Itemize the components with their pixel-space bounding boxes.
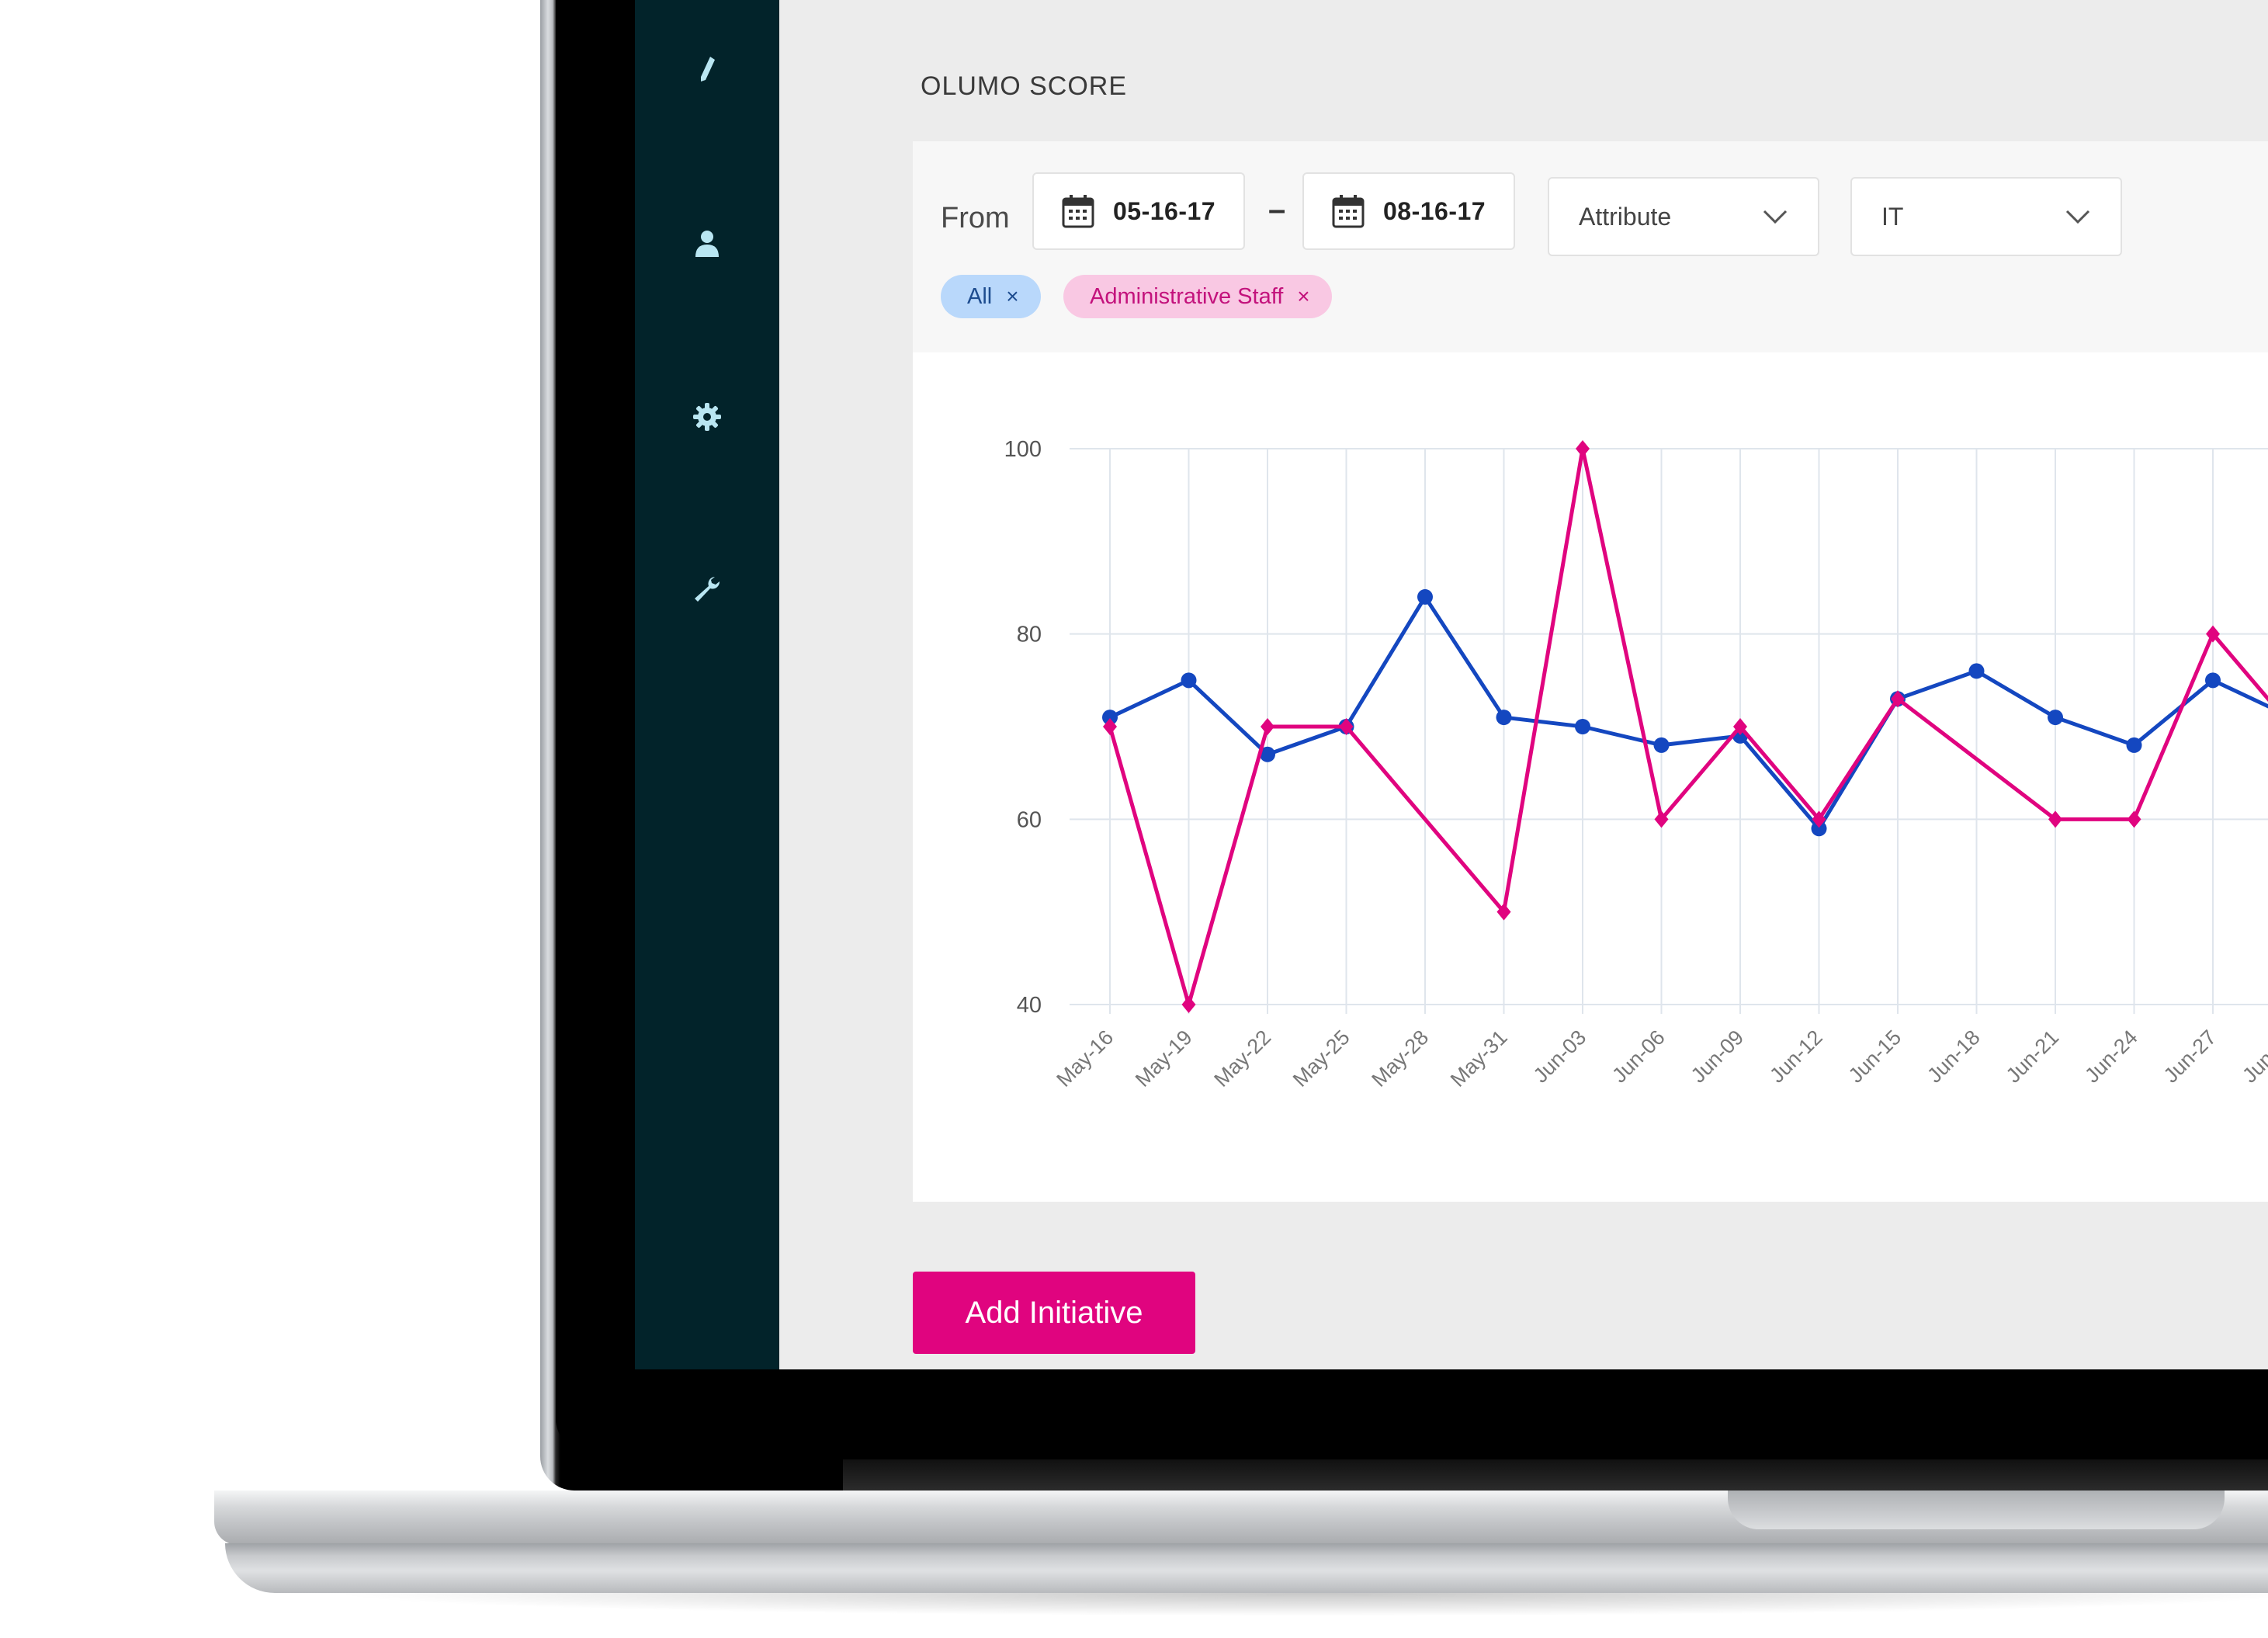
- calendar-icon: [1062, 195, 1094, 228]
- x-tick-label: Jun-09: [1687, 1025, 1749, 1088]
- wrench-icon[interactable]: [689, 571, 725, 607]
- x-tick-label: Jun-24: [2080, 1025, 2142, 1088]
- data-point: [1653, 737, 1670, 753]
- date-to-value: 08-16-17: [1383, 196, 1486, 225]
- score-chart: 40 60 80 100 May-16 May-19 May-22 May-25 May-28 M…: [913, 352, 2268, 1202]
- y-tick-label: 60: [1017, 807, 1042, 832]
- laptop-base-lower: [225, 1543, 2268, 1593]
- x-tick-label: May-16: [1052, 1025, 1118, 1091]
- data-point: [1261, 718, 1274, 735]
- data-point: [1181, 672, 1197, 689]
- x-tick-label: Jun-18: [1923, 1025, 1985, 1088]
- x-tick-label: May-25: [1288, 1025, 1354, 1091]
- date-from-value: 05-16-17: [1113, 196, 1216, 225]
- x-tick-label: May-28: [1367, 1025, 1433, 1091]
- add-initiative-button[interactable]: Add Initiative: [913, 1272, 1195, 1354]
- page-title: OLUMO SCORE: [921, 71, 1128, 101]
- laptop-hinge: [843, 1459, 2268, 1491]
- app-screen: OLUMO SCORE From 05-16-17 – 08-16-17 Att…: [635, 0, 2268, 1369]
- gear-icon[interactable]: [689, 399, 725, 435]
- filter-chip-administrative-staff[interactable]: Administrative Staff ×: [1063, 275, 1332, 318]
- date-to-field[interactable]: 08-16-17: [1302, 172, 1515, 250]
- x-tick-label: Jun-12: [1765, 1025, 1827, 1088]
- data-point: [2126, 737, 2142, 753]
- pencil-icon[interactable]: [689, 51, 725, 87]
- x-tick-label: Jun-06: [1607, 1025, 1670, 1088]
- x-tick-label: May-22: [1209, 1025, 1275, 1091]
- x-tick-label: May-31: [1446, 1025, 1512, 1091]
- y-tick-label: 80: [1017, 623, 1042, 647]
- x-tick-label: Jun-15: [1844, 1025, 1906, 1088]
- chevron-down-icon: [2065, 210, 2090, 224]
- chip-label: Administrative Staff: [1090, 283, 1284, 309]
- main-content: OLUMO SCORE From 05-16-17 – 08-16-17 Att…: [779, 0, 2268, 1369]
- data-point: [1181, 996, 1196, 1013]
- data-point: [2205, 672, 2221, 689]
- chip-remove-icon[interactable]: ×: [1297, 284, 1309, 309]
- data-point: [2127, 810, 2141, 828]
- date-separator: –: [1268, 193, 1286, 227]
- laptop-shadow: [326, 1593, 2268, 1616]
- data-point: [2048, 710, 2063, 726]
- x-tick-label: Jun-21: [2002, 1025, 2064, 1088]
- data-point: [1575, 719, 1590, 734]
- attribute-select-value: Attribute: [1579, 202, 1672, 231]
- department-select-value: IT: [1881, 202, 1904, 231]
- data-point: [1968, 663, 1985, 679]
- chip-remove-icon[interactable]: ×: [1006, 284, 1018, 309]
- laptop-notch: [1728, 1491, 2225, 1529]
- data-point: [1576, 440, 1590, 457]
- sidebar: [635, 0, 779, 1369]
- filter-panel: From 05-16-17 – 08-16-17 Attribute IT Al…: [913, 141, 2268, 352]
- user-icon[interactable]: [689, 225, 725, 261]
- y-tick-label: 40: [1017, 993, 1042, 1018]
- date-from-field[interactable]: 05-16-17: [1032, 172, 1245, 250]
- x-tick-label: May-19: [1131, 1025, 1197, 1091]
- chevron-down-icon: [1763, 210, 1788, 224]
- attribute-select[interactable]: Attribute: [1548, 177, 1819, 256]
- line-chart: 40 60 80 100 May-16 May-19 May-22 May-25 May-28 M…: [1004, 437, 2268, 1091]
- series-line-1: [1108, 446, 2268, 1007]
- x-tick-label: Jun-27: [2159, 1025, 2221, 1088]
- series-line-0: [1108, 595, 2268, 831]
- x-tick-label: Jun-03: [1529, 1025, 1591, 1088]
- calendar-icon: [1332, 195, 1365, 228]
- department-select[interactable]: IT: [1850, 177, 2122, 256]
- chip-label: All: [967, 283, 993, 309]
- filter-chip-all[interactable]: All ×: [941, 275, 1041, 318]
- x-tick-label: Jun-30: [2238, 1025, 2268, 1088]
- data-point: [1417, 588, 1433, 605]
- from-label: From: [941, 202, 1010, 234]
- y-tick-label: 100: [1004, 437, 1042, 462]
- data-point: [1496, 710, 1512, 726]
